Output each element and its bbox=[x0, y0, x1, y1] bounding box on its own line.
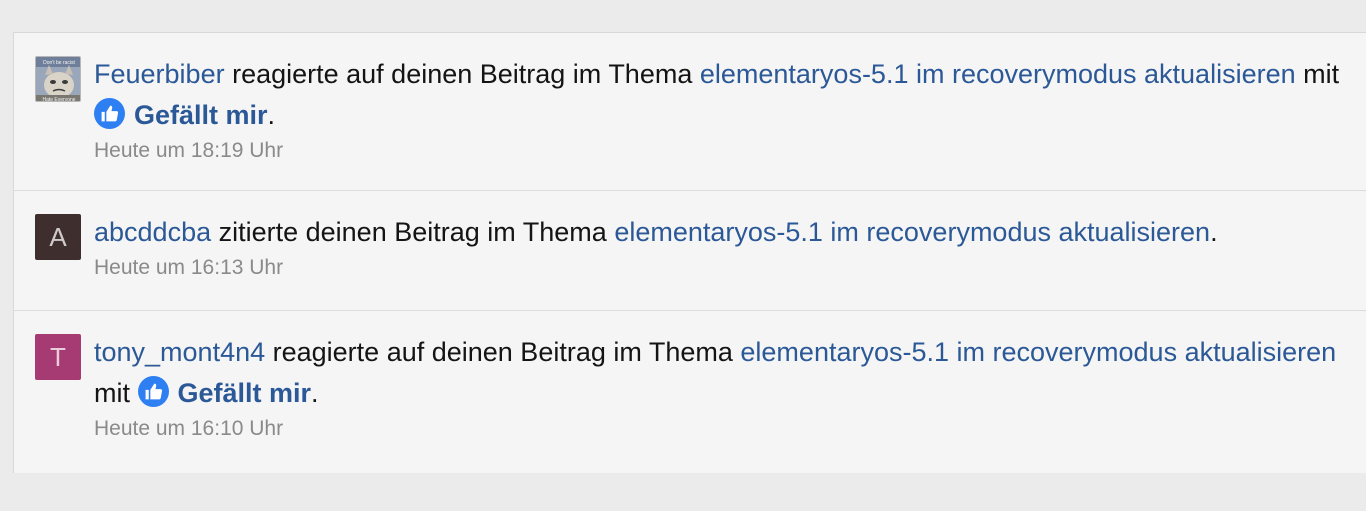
end-punctuation: . bbox=[267, 100, 276, 130]
notification-action-text: reagierte auf deinen Beitrag im Thema bbox=[224, 59, 700, 89]
notification-item[interactable]: T tony_mont4n4 reagierte auf deinen Beit… bbox=[14, 311, 1366, 511]
thumbs-up-icon bbox=[94, 98, 125, 129]
avatar[interactable]: A bbox=[35, 214, 81, 260]
svg-text:Don't be racist: Don't be racist bbox=[43, 60, 75, 66]
connector-text: mit bbox=[94, 378, 138, 408]
avatar[interactable]: Don't be racist Hate Everyone bbox=[35, 56, 81, 102]
notification-item[interactable]: A abcddcba zitierte deinen Beitrag im Th… bbox=[14, 191, 1366, 311]
avatar-image: Don't be racist Hate Everyone bbox=[36, 57, 80, 102]
end-punctuation: . bbox=[311, 378, 319, 408]
avatar-letter: T bbox=[50, 342, 66, 372]
notification-content: Feuerbiber reagierte auf deinen Beitrag … bbox=[94, 54, 1366, 166]
notification-action-text: reagierte auf deinen Beitrag im Thema bbox=[265, 337, 741, 367]
reaction-label[interactable]: Gefällt mir bbox=[134, 100, 268, 130]
notification-item[interactable]: Don't be racist Hate Everyone Feuerbiber… bbox=[14, 33, 1366, 191]
avatar[interactable]: T bbox=[35, 334, 81, 380]
notification-time: Heute um 16:13 Uhr bbox=[94, 256, 284, 279]
avatar-letter: A bbox=[49, 222, 67, 252]
svg-text:Hate Everyone: Hate Everyone bbox=[42, 97, 75, 102]
connector-text: mit bbox=[1295, 59, 1340, 89]
thread-link[interactable]: elementaryos-5.1 im recoverymodus aktual… bbox=[700, 59, 1296, 89]
end-punctuation: . bbox=[1210, 217, 1218, 247]
thumbs-up-icon bbox=[137, 376, 169, 407]
reaction-label[interactable]: Gefällt mir bbox=[178, 378, 312, 408]
user-link[interactable]: abcddcba bbox=[94, 217, 211, 247]
user-link[interactable]: Feuerbiber bbox=[94, 59, 225, 89]
user-link[interactable]: tony_mont4n4 bbox=[94, 337, 265, 367]
notification-time: Heute um 16:10 Uhr bbox=[94, 417, 284, 440]
thread-link[interactable]: elementaryos-5.1 im recoverymodus aktual… bbox=[740, 337, 1336, 367]
notification-time: Heute um 18:19 Uhr bbox=[94, 139, 284, 162]
notification-list: Don't be racist Hate Everyone Feuerbiber… bbox=[13, 32, 1366, 473]
thread-link[interactable]: elementaryos-5.1 im recoverymodus aktual… bbox=[614, 217, 1210, 247]
notification-content: abcddcba zitierte deinen Beitrag im Them… bbox=[94, 212, 1366, 283]
notification-action-text: zitierte deinen Beitrag im Thema bbox=[211, 217, 615, 247]
notification-content: tony_mont4n4 reagierte auf deinen Beitra… bbox=[94, 332, 1366, 444]
